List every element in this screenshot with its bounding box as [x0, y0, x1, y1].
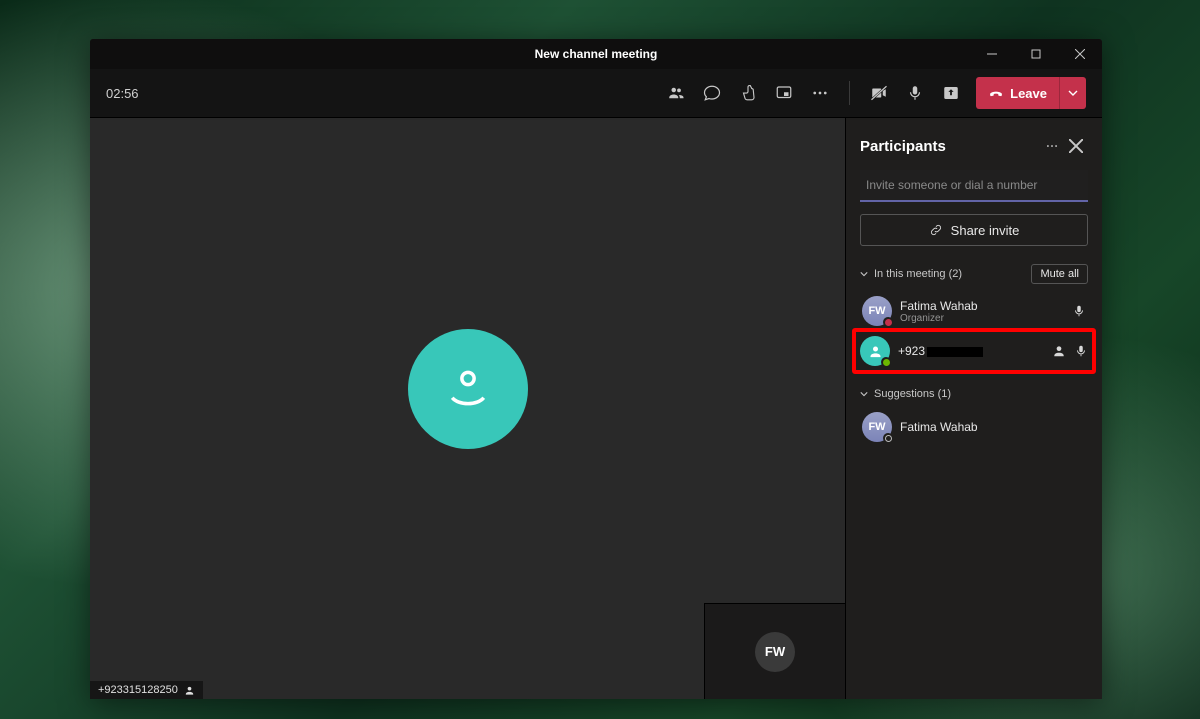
share-invite-label: Share invite — [951, 223, 1020, 238]
in-meeting-label: In this meeting (2) — [874, 268, 962, 280]
leave-label: Leave — [1010, 86, 1047, 101]
content-row: FW +923315128250 Participants Share invi… — [90, 118, 1102, 699]
leave-dropdown-button[interactable] — [1059, 77, 1086, 109]
presence-busy-icon — [883, 317, 893, 327]
share-invite-button[interactable]: Share invite — [860, 214, 1088, 246]
share-screen-button[interactable] — [934, 76, 968, 110]
person-small-icon — [1052, 344, 1066, 358]
avatar — [860, 336, 890, 366]
phone-person-icon — [868, 344, 883, 359]
more-actions-button[interactable] — [803, 76, 837, 110]
panel-more-button[interactable] — [1040, 134, 1064, 158]
participant-row-highlighted[interactable]: +923 — [852, 328, 1096, 374]
caller-phone-number: +923315128250 — [98, 684, 178, 696]
avatar: FW — [862, 296, 892, 326]
suggestions-header[interactable]: Suggestions (1) — [860, 388, 1088, 400]
window-title: New channel meeting — [535, 47, 658, 61]
mute-all-button[interactable]: Mute all — [1031, 264, 1088, 284]
self-video-tile[interactable]: FW — [704, 603, 845, 699]
suggestions-section: Suggestions (1) FW Fatima Wahab — [860, 382, 1088, 446]
avatar: FW — [862, 412, 892, 442]
meeting-timer: 02:56 — [106, 86, 139, 101]
camera-toggle-button[interactable] — [862, 76, 896, 110]
toolbar-icons — [659, 76, 968, 110]
panel-close-button[interactable] — [1064, 134, 1088, 158]
participant-phone-number: +923 — [898, 344, 1044, 358]
mic-icon — [1074, 344, 1088, 358]
teams-meeting-window: New channel meeting 02:56 Leave — [90, 39, 1102, 699]
panel-header: Participants — [860, 134, 1088, 158]
in-meeting-section: In this meeting (2) Mute all FW Fatima W… — [860, 258, 1088, 370]
person-icon — [440, 361, 496, 417]
link-icon — [929, 223, 943, 237]
participant-row[interactable]: FW Fatima Wahab Organizer — [860, 292, 1088, 330]
caller-label: +923315128250 — [90, 681, 203, 699]
participants-panel: Participants Share invite In this meetin… — [845, 118, 1102, 699]
hangup-icon — [988, 85, 1004, 101]
invite-input[interactable] — [860, 170, 1088, 202]
suggestions-label: Suggestions (1) — [874, 388, 951, 400]
mic-toggle-button[interactable] — [898, 76, 932, 110]
caret-down-icon — [860, 390, 868, 398]
redacted-text — [927, 347, 983, 357]
toolbar-separator — [849, 81, 850, 105]
maximize-button[interactable] — [1014, 39, 1058, 69]
participant-list: FW Fatima Wahab Organizer — [860, 292, 1088, 370]
titlebar: New channel meeting — [90, 39, 1102, 69]
caret-down-icon — [860, 270, 868, 278]
participant-role: Organizer — [900, 313, 1064, 324]
video-stage: FW +923315128250 — [90, 118, 845, 699]
self-avatar: FW — [755, 632, 795, 672]
suggestion-name: Fatima Wahab — [900, 420, 1086, 434]
leave-button-group: Leave — [976, 77, 1086, 109]
suggestion-list: FW Fatima Wahab — [860, 408, 1088, 446]
chat-button[interactable] — [695, 76, 729, 110]
leave-button[interactable]: Leave — [976, 77, 1059, 109]
panel-title: Participants — [860, 138, 1040, 155]
window-controls — [970, 39, 1102, 69]
participant-name: Fatima Wahab — [900, 299, 1064, 313]
presence-available-icon — [881, 357, 891, 367]
presence-offline-icon — [883, 433, 893, 443]
person-small-icon — [184, 685, 195, 696]
mic-icon — [1072, 304, 1086, 318]
in-meeting-header[interactable]: In this meeting (2) Mute all — [860, 264, 1088, 284]
suggestion-row[interactable]: FW Fatima Wahab — [860, 408, 1088, 446]
reactions-button[interactable] — [731, 76, 765, 110]
participants-button[interactable] — [659, 76, 693, 110]
meeting-toolbar: 02:56 Leave — [90, 69, 1102, 118]
remote-participant-avatar — [408, 329, 528, 449]
minimize-button[interactable] — [970, 39, 1014, 69]
close-button[interactable] — [1058, 39, 1102, 69]
rooms-button[interactable] — [767, 76, 801, 110]
